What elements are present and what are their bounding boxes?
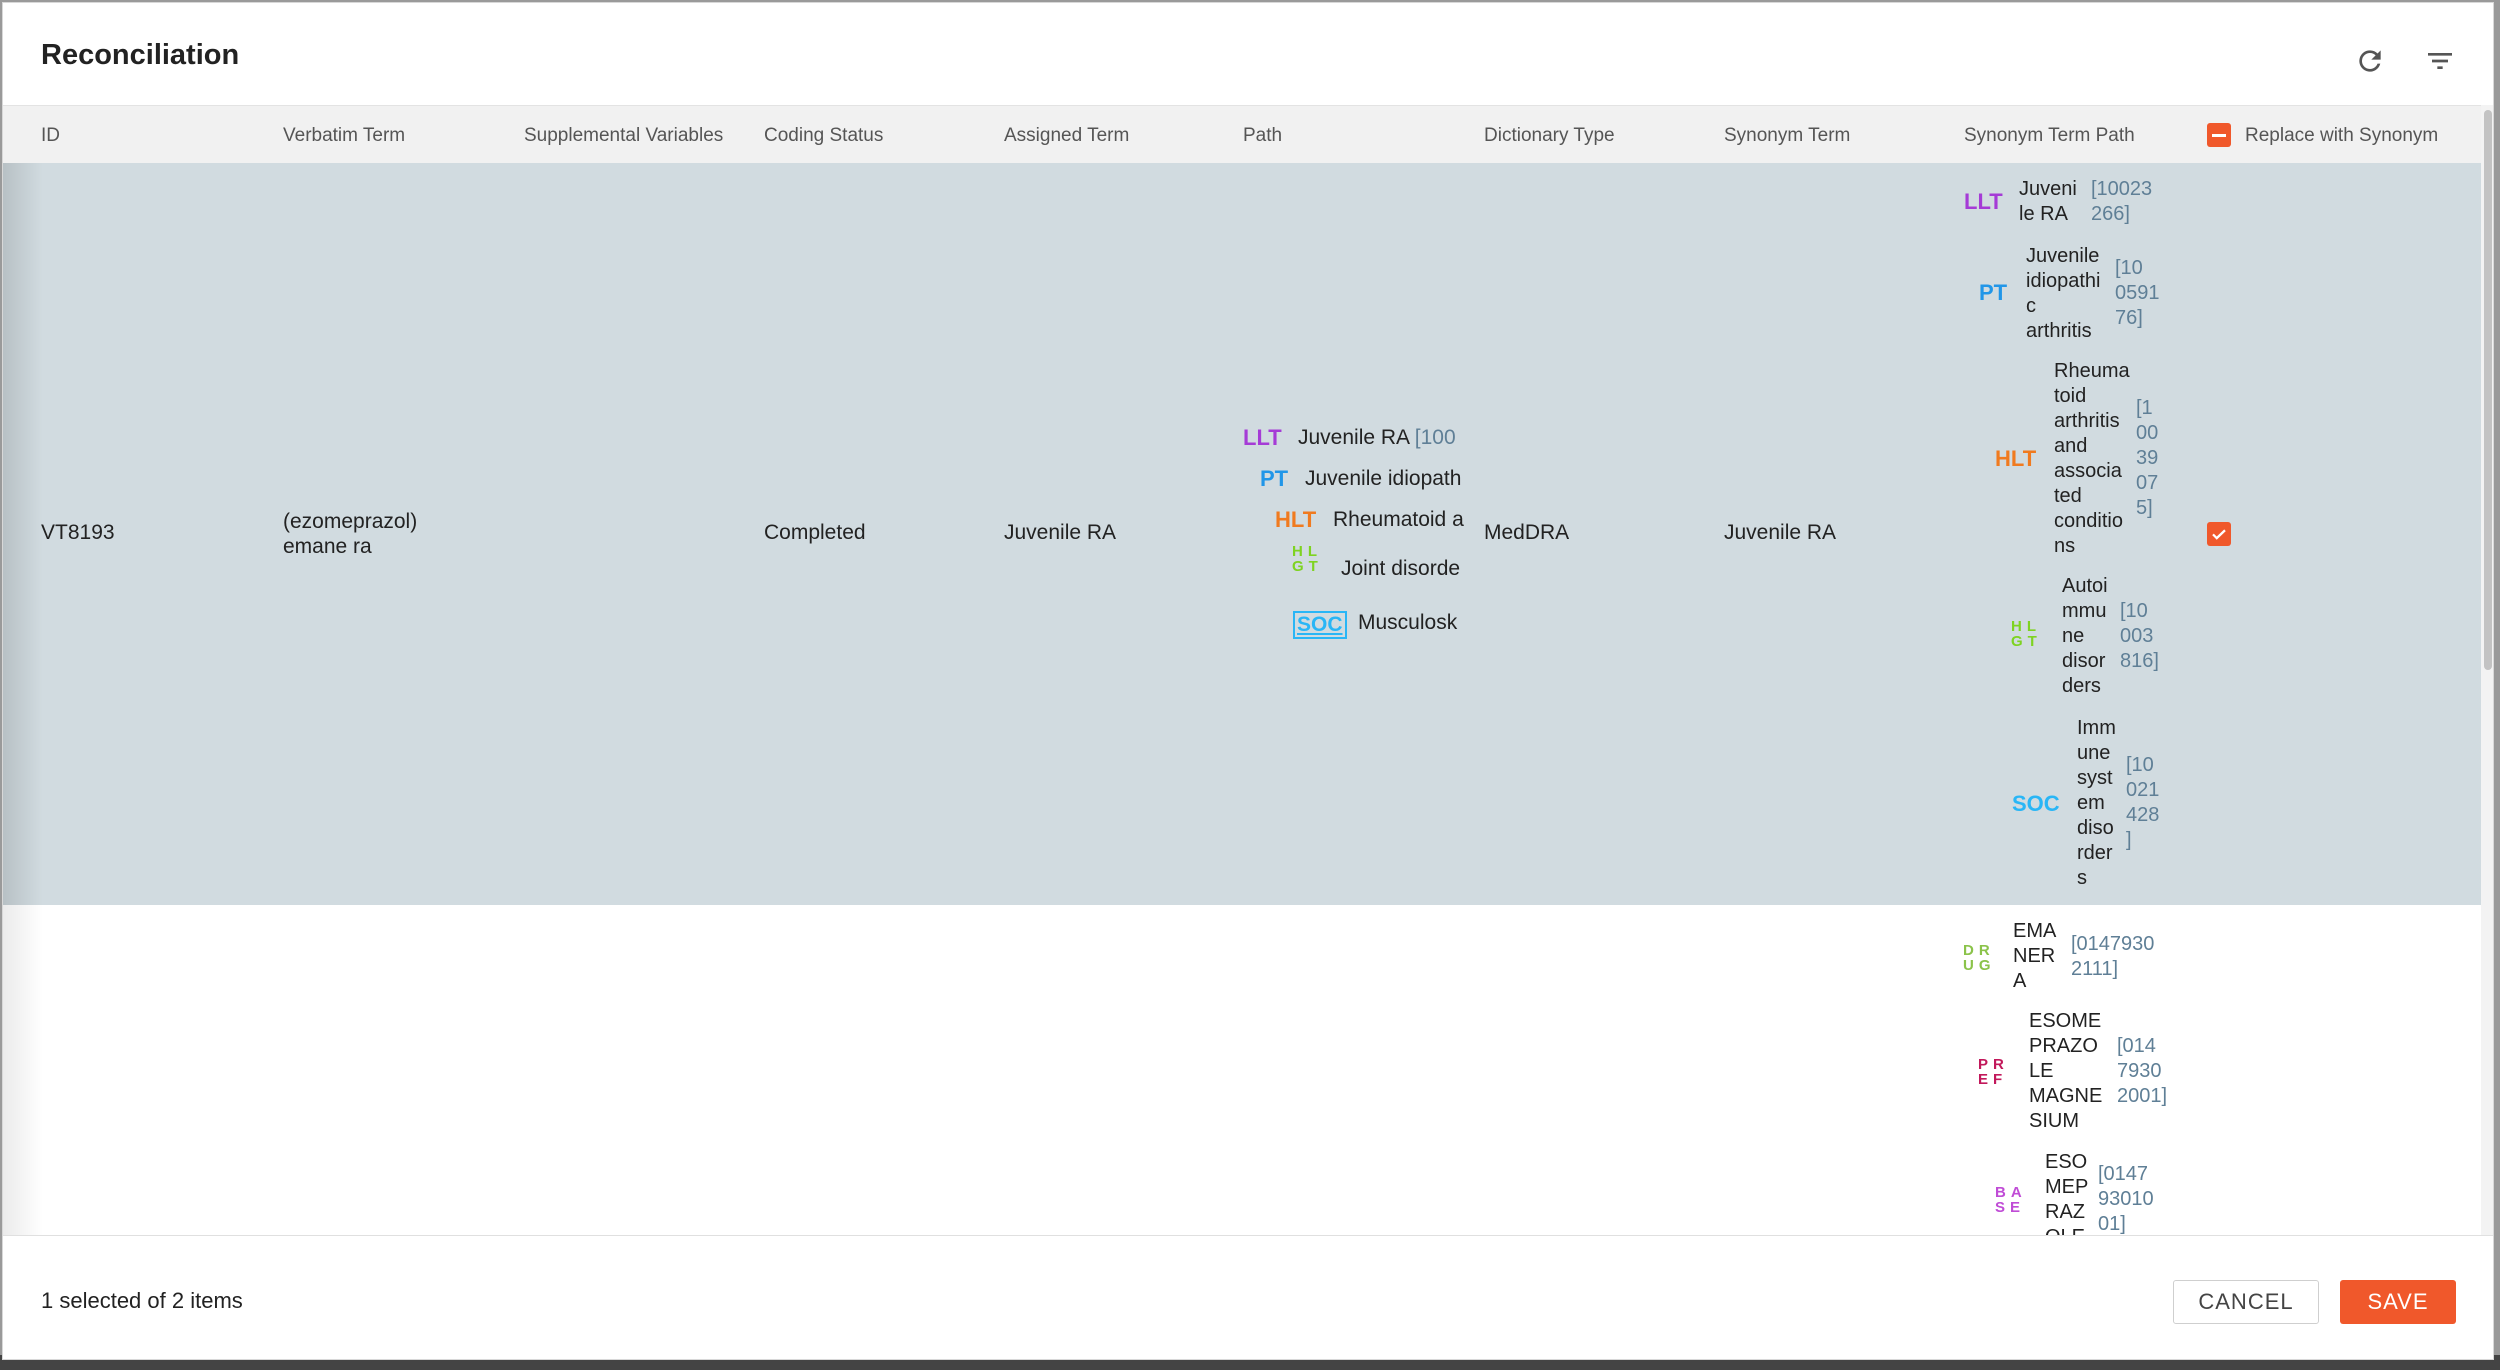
reconciliation-table: ID Verbatim Term Supplemental Variables … — [3, 105, 2481, 1235]
select-all-checkbox[interactable] — [2207, 123, 2231, 147]
cell-verbatim-term: (ezomeprazol) emane ra — [283, 509, 417, 559]
level-tag-base: BA SE — [1995, 1184, 2027, 1216]
level-tag-drug: DR UG — [1963, 942, 1996, 974]
table-row[interactable]: DR UG EMA NER A [0147930 2111] PR EF ESOME… — [3, 905, 2481, 1235]
path-term: Juvenile idiopath — [1305, 467, 1462, 490]
table-header: ID Verbatim Term Supplemental Variables … — [3, 105, 2481, 165]
synonym-path-term: Juvenile idiopathi c arthritis — [2026, 245, 2101, 342]
save-button[interactable]: SAVE — [2340, 1280, 2456, 1324]
synonym-path-term: Imm une syst em diso rder s — [2077, 717, 2116, 889]
check-icon — [2212, 529, 2226, 540]
level-tag-pt: PT — [1260, 466, 1289, 491]
column-header-synonym-term[interactable]: Synonym Term — [1724, 125, 1850, 147]
verbatim-line: (ezomeprazol) — [283, 510, 418, 533]
column-header-assigned-term[interactable]: Assigned Term — [1004, 125, 1129, 147]
level-tag-pt: PT — [1979, 280, 2008, 305]
filter-icon[interactable] — [2420, 41, 2460, 81]
replace-with-synonym-checkbox[interactable] — [2207, 522, 2231, 546]
refresh-icon[interactable] — [2350, 41, 2390, 81]
synonym-path-term: Juveni le RA — [2019, 178, 2077, 225]
synonym-path-term: Rheuma toid arthritis and associa ted co… — [2054, 360, 2130, 557]
synonym-path-term: Autoi mmu ne disor ders — [2062, 575, 2108, 697]
cancel-button[interactable]: CANCEL — [2173, 1280, 2319, 1324]
reconciliation-dialog: Reconciliation ID Verbatim Term Suppleme… — [2, 2, 2494, 1360]
synonym-path-code: [10 003 816] — [2120, 600, 2159, 672]
cell-path: LLT Juvenile RA [100 PT Juvenile idiopat… — [1243, 163, 1468, 905]
row-edge-shadow — [3, 163, 43, 905]
column-header-supplemental-variables[interactable]: Supplemental Variables — [524, 125, 723, 147]
selection-status: 1 selected of 2 items — [41, 1288, 243, 1313]
column-header-synonym-term-path[interactable]: Synonym Term Path — [1964, 125, 2135, 147]
cell-synonym-term: Juvenile RA — [1724, 521, 1837, 544]
synonym-path-code: [0147 93010 01] — [2098, 1163, 2154, 1235]
cell-assigned-term: Juvenile RA — [1004, 521, 1117, 544]
column-header-replace-with-synonym[interactable]: Replace with Synonym — [2245, 125, 2438, 147]
synonym-path-code: [014 7930 2001] — [2117, 1035, 2168, 1107]
synonym-path-term: ESOME PRAZO LE MAGNE SIUM — [2029, 1010, 2103, 1132]
scrollbar-thumb[interactable] — [2484, 110, 2492, 670]
table-row[interactable]: VT8193 (ezomeprazol) emane ra Completed … — [3, 163, 2481, 905]
column-header-coding-status[interactable]: Coding Status — [764, 125, 883, 147]
level-tag-hlt: HLT — [1995, 446, 2037, 471]
column-header-verbatim-term[interactable]: Verbatim Term — [283, 125, 405, 147]
synonym-path-code: [10 021 428 ] — [2126, 754, 2160, 851]
table-scrollbar[interactable] — [2481, 105, 2493, 1235]
row-edge-shadow — [3, 905, 43, 1235]
dialog-title: Reconciliation — [41, 39, 240, 71]
column-header-path[interactable]: Path — [1243, 125, 1282, 147]
synonym-path-term: ESO MEP RAZ OLE — [2045, 1151, 2089, 1235]
synonym-path-code: [0147930 2111] — [2071, 933, 2155, 980]
synonym-path-term: EMA NER A — [2013, 920, 2057, 992]
synonym-path-code: [10 0591 76] — [2115, 257, 2160, 329]
column-header-id[interactable]: ID — [41, 125, 60, 147]
level-tag-hlgt: HL GT — [1292, 543, 1323, 575]
cell-dictionary-type: MedDRA — [1484, 521, 1570, 544]
cell-coding-status: Completed — [764, 521, 866, 544]
verbatim-line: emane ra — [283, 535, 372, 558]
level-tag-soc: SOC — [1293, 611, 1347, 639]
synonym-path-code: [1 00 39 07 5] — [2136, 397, 2159, 519]
level-tag-hlgt: HL GT — [2011, 618, 2042, 650]
path-term: Joint disorde — [1341, 557, 1461, 580]
indeterminate-icon — [2212, 133, 2226, 137]
path-code: [100 — [1414, 426, 1456, 449]
path-term: Rheumatoid a — [1333, 508, 1464, 531]
synonym-path-code: [10023 266] — [2091, 178, 2153, 225]
level-tag-pref: PR EF — [1978, 1056, 2009, 1088]
level-tag-hlt: HLT — [1275, 507, 1317, 532]
cell-id: VT8193 — [41, 521, 115, 544]
dialog-footer: 1 selected of 2 items CANCEL SAVE — [3, 1235, 2493, 1359]
path-term: Juvenile RA [100 — [1298, 426, 1456, 449]
level-tag-llt: LLT — [1964, 189, 2003, 214]
level-tag-soc: SOC — [2012, 791, 2060, 816]
path-term: Musculosk — [1358, 611, 1458, 634]
level-tag-llt: LLT — [1243, 425, 1282, 450]
column-header-dictionary-type[interactable]: Dictionary Type — [1484, 125, 1615, 147]
